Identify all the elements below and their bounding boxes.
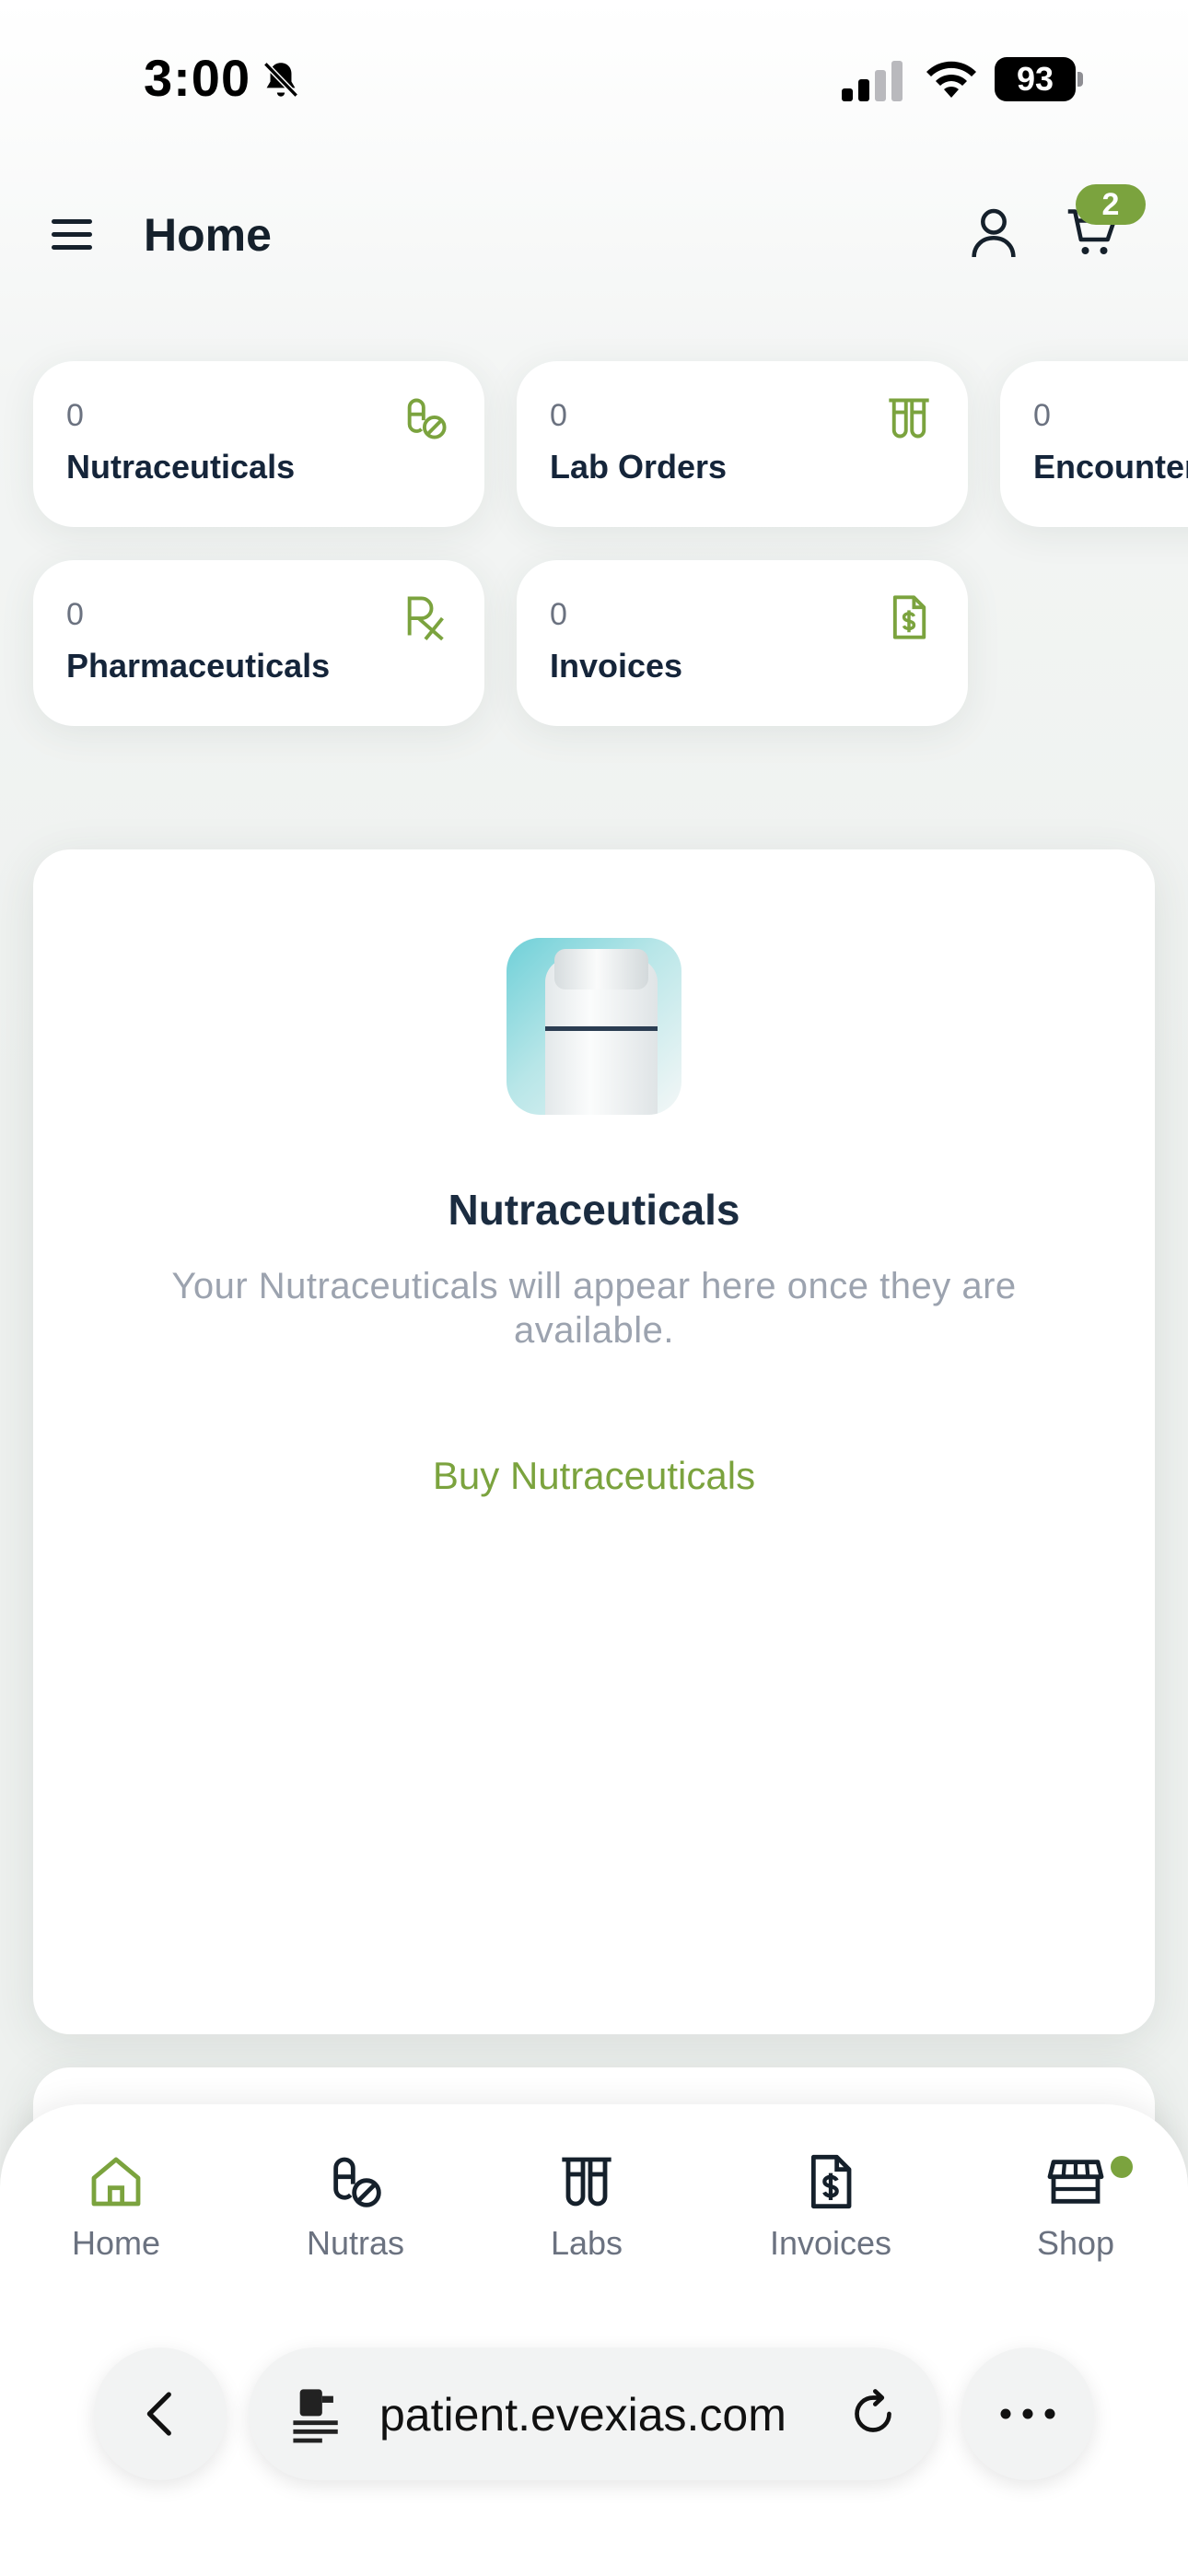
reload-icon[interactable] bbox=[847, 2388, 899, 2440]
buy-nutraceuticals-link[interactable]: Buy Nutraceuticals bbox=[33, 1454, 1155, 1498]
invoice-icon bbox=[810, 2154, 852, 2209]
pill-icon bbox=[333, 2157, 381, 2207]
nav-label: Shop bbox=[1036, 2224, 1115, 2262]
battery-level: 93 bbox=[995, 57, 1076, 101]
chevron-left-icon bbox=[146, 2392, 171, 2436]
browser-toolbar: patient.evexias.com bbox=[0, 2348, 1188, 2486]
invoice-icon bbox=[892, 595, 926, 639]
bottom-navigation: Home Nutras Labs Invoices Shop bbox=[0, 2104, 1188, 2576]
stat-label: Nutraceuticals bbox=[66, 448, 296, 486]
page-title: Home bbox=[144, 209, 272, 261]
stat-label: Encounters bbox=[1033, 448, 1188, 486]
home-icon bbox=[91, 2157, 141, 2207]
stat-label: Lab Orders bbox=[550, 448, 728, 486]
cellular-signal-icon bbox=[842, 61, 903, 101]
stat-count: 0 bbox=[66, 398, 84, 433]
nav-shop[interactable]: Shop bbox=[984, 2152, 1168, 2290]
stat-count: 0 bbox=[66, 597, 84, 632]
test-tubes-icon bbox=[889, 398, 929, 439]
empty-state-title: Nutraceuticals bbox=[448, 1186, 740, 1234]
silent-bell-icon bbox=[263, 62, 298, 98]
stat-card-nutraceuticals[interactable]: 0 Nutraceuticals bbox=[33, 361, 484, 527]
battery-icon: 93 bbox=[995, 57, 1083, 101]
status-bar: 3:00 93 bbox=[0, 0, 1188, 161]
nav-label: Invoices bbox=[769, 2224, 892, 2262]
nutraceuticals-panel: Nutraceuticals Your Nutraceuticals will … bbox=[33, 849, 1155, 2034]
cart-count-badge: 2 bbox=[1076, 184, 1146, 225]
status-time: 3:00 bbox=[144, 49, 251, 107]
nav-home[interactable]: Home bbox=[24, 2152, 208, 2290]
stat-count: 0 bbox=[550, 597, 567, 632]
stat-label: Invoices bbox=[550, 647, 683, 685]
nav-label: Labs bbox=[550, 2224, 623, 2262]
empty-state-description: Your Nutraceuticals will appear here onc… bbox=[171, 1266, 1017, 1351]
browser-more-button[interactable] bbox=[961, 2348, 1094, 2480]
shop-notification-dot bbox=[1111, 2156, 1133, 2178]
stat-card-lab-orders[interactable]: 0 Lab Orders bbox=[517, 361, 968, 527]
ellipsis-icon bbox=[1000, 2408, 1055, 2419]
stat-card-encounters[interactable]: 0 Encounters bbox=[1000, 361, 1188, 527]
nav-label: Nutras bbox=[306, 2224, 405, 2262]
nav-invoices[interactable]: Invoices bbox=[739, 2152, 923, 2290]
page-menu-icon bbox=[293, 2389, 338, 2443]
browser-back-button[interactable] bbox=[94, 2348, 227, 2480]
supplement-bottle-image bbox=[507, 938, 681, 1115]
pill-icon bbox=[407, 398, 447, 439]
url-text: patient.evexias.com bbox=[379, 2389, 786, 2441]
stat-count: 0 bbox=[1033, 398, 1051, 433]
user-icon[interactable] bbox=[969, 205, 1019, 260]
stat-label: Pharmaceuticals bbox=[66, 647, 331, 685]
test-tubes-icon bbox=[562, 2157, 611, 2207]
stat-count: 0 bbox=[550, 398, 567, 433]
nav-labs[interactable]: Labs bbox=[495, 2152, 679, 2290]
app-header: Home bbox=[0, 184, 1188, 295]
wifi-icon bbox=[926, 61, 976, 98]
menu-icon[interactable] bbox=[52, 214, 92, 254]
stats-grid: 0 Nutraceuticals 0 Lab Orders 0 Encounte… bbox=[0, 361, 1188, 730]
nav-label: Home bbox=[71, 2224, 161, 2262]
app-screen: 3:00 93 Home 2 0 Nutraceuticals 0 Lab Or… bbox=[0, 0, 1188, 2576]
nav-nutras[interactable]: Nutras bbox=[263, 2152, 448, 2290]
store-icon bbox=[1047, 2160, 1104, 2204]
stat-card-invoices[interactable]: 0 Invoices bbox=[517, 560, 968, 726]
rx-icon bbox=[407, 596, 444, 641]
stat-card-pharmaceuticals[interactable]: 0 Pharmaceuticals bbox=[33, 560, 484, 726]
address-bar[interactable]: patient.evexias.com bbox=[249, 2348, 939, 2480]
